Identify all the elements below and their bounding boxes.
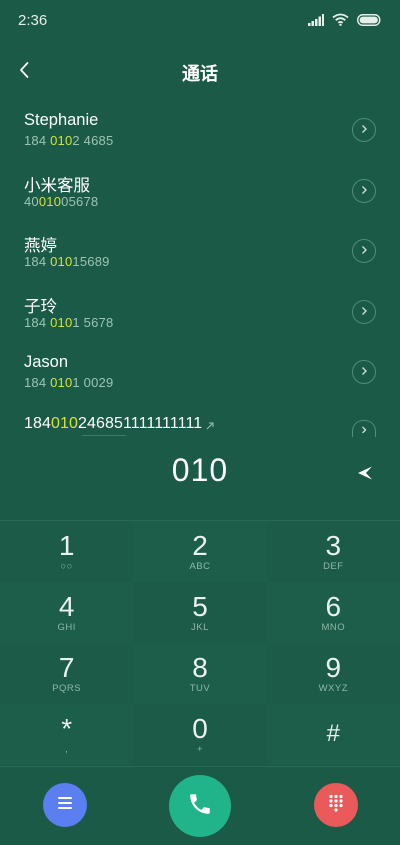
status-time: 2:36 [18,12,48,29]
status-icons [308,13,382,31]
keypad: 1 ○○ 2 ABC 3 DEF 4 GHI 5 JKL 6 MNO 7 PQRS 8 TUV … [0,520,400,765]
menu-icon [57,796,73,815]
contact-number: 184 01015689 [24,254,110,269]
dialed-number: 010 [171,452,229,488]
contact-number: 184 0102 4685 [24,133,114,148]
keypad-row: 1 ○○ 2 ABC 3 DEF [0,521,400,582]
raw-number: 184010246851111111111 [24,415,203,432]
contact-row[interactable]: Stephanie 184 0102 4685 [0,100,400,161]
contact-detail-button[interactable] [352,118,376,142]
contact-row[interactable]: 燕婷 184 01015689 [0,221,400,282]
contact-number: 184 0101 0029 [24,375,114,390]
call-history-detail-button[interactable] [352,420,376,437]
contact-number: 4001005678 [24,193,99,209]
contact-detail-button[interactable] [352,360,376,384]
chevron-right-icon [360,303,368,321]
key-hash[interactable]: # [266,704,400,765]
keypad-row: *, 0 + # [0,704,400,765]
keypad-row: 7 PQRS 8 TUV 9 WXYZ [0,643,400,704]
contact-row[interactable]: 小米客服 4001005678 [0,161,400,222]
key-6[interactable]: 6 MNO [266,582,400,643]
key-3[interactable]: 3 DEF [266,521,400,582]
key-1[interactable]: 1 ○○ [0,521,134,582]
chevron-right-icon [360,182,368,200]
key-9[interactable]: 9 WXYZ [266,643,400,704]
keypad-row: 4 GHI 5 JKL 6 MNO [0,582,400,643]
wifi-icon [332,13,349,31]
menu-button[interactable] [43,783,87,827]
key-7[interactable]: 7 PQRS [0,643,134,704]
highlight-underline [82,435,126,436]
contact-list: Stephanie 184 0102 4685 小米客服 4001005678 … [0,100,400,403]
contact-detail-button[interactable] [352,178,376,203]
backspace-icon [356,465,374,486]
contact-name: Jason [24,353,69,371]
key-4[interactable]: 4 GHI [0,582,134,643]
battery-icon [357,13,382,31]
contact-row[interactable]: Jason 184 0101 0029 [0,342,400,403]
chevron-right-icon [360,242,368,260]
key-2[interactable]: 2 ABC [133,521,267,582]
contact-detail-button[interactable] [352,239,376,263]
dial-display: 010 [0,448,400,504]
contact-detail-button[interactable] [352,299,376,324]
key-8[interactable]: 8 TUV [133,643,267,704]
key-star[interactable]: *, [0,704,134,765]
key-5[interactable]: 5 JKL [133,582,267,643]
status-bar: 2:36 [0,0,400,44]
contact-row[interactable]: 子玲 184 0101 5678 [0,282,400,343]
contact-name: 子玲 [24,297,57,316]
call-button[interactable] [169,775,231,837]
chevron-right-icon [360,121,368,139]
keypad-toggle-button[interactable] [314,783,358,827]
chevron-right-icon [360,421,368,437]
bottom-action-bar [0,766,400,845]
signal-icon [308,13,324,31]
contact-number: 184 0101 5678 [24,314,114,330]
phone-icon [187,791,213,822]
page-title: 通话 [182,64,218,84]
chevron-right-icon [360,363,368,381]
call-history-row[interactable]: 184010246851111111111 [0,402,400,442]
dialpad-icon [328,794,344,817]
outgoing-arrow-icon [206,417,214,435]
backspace-button[interactable] [350,460,380,490]
contact-name: Stephanie [24,111,99,129]
contact-name: 小米客服 [24,176,90,195]
nav-bar: 通话 [0,44,400,100]
key-0[interactable]: 0 + [133,704,267,765]
contact-name: 燕婷 [24,237,57,255]
